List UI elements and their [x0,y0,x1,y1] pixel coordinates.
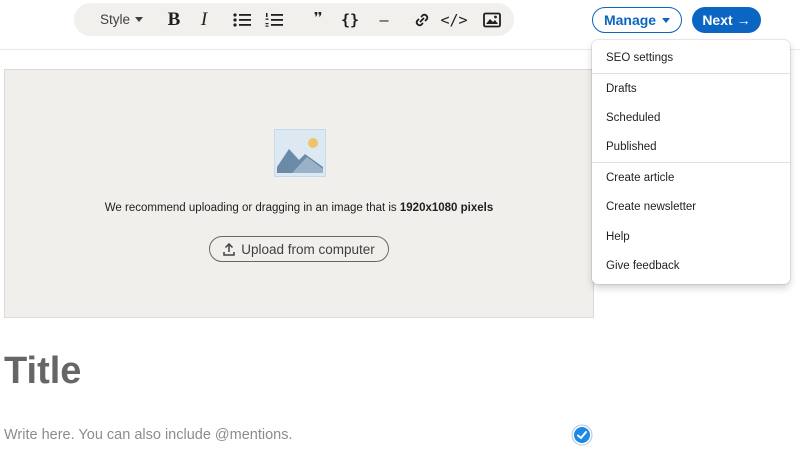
next-label: Next [702,12,733,28]
cover-image-dropzone[interactable]: We recommend uploading or dragging in an… [4,69,594,318]
image-placeholder-icon [274,129,326,177]
menu-item-create-article[interactable]: Create article [592,163,790,192]
recommendation-text: We recommend uploading or dragging in an… [104,202,400,214]
blockquote-button[interactable]: ❞ [307,8,329,32]
manage-label: Manage [603,12,657,28]
image-icon [483,12,501,27]
link-icon [415,13,429,26]
upload-label: Upload from computer [241,241,375,257]
bulleted-list-button[interactable] [231,8,253,32]
formatting-toolbar: Style B I ❞ {} — </> [74,3,514,36]
divider-button[interactable]: — [373,8,395,32]
menu-item-give-feedback[interactable]: Give feedback [592,251,790,280]
arrow-right-icon: → [736,12,751,28]
article-body-input[interactable]: Write here. You can also include @mentio… [4,427,293,443]
upload-from-computer-button[interactable]: Upload from computer [209,236,389,262]
menu-item-scheduled[interactable]: Scheduled [592,103,790,132]
manage-dropdown-menu: SEO settings Drafts Scheduled Published … [592,40,790,284]
grammar-check-icon[interactable] [571,424,593,446]
manage-button[interactable]: Manage [592,7,682,33]
bold-button[interactable]: B [165,8,183,32]
article-title-input[interactable]: Title [4,350,81,393]
style-label: Style [100,12,131,27]
next-button[interactable]: Next → [692,7,761,33]
menu-item-drafts[interactable]: Drafts [592,74,790,103]
code-block-button[interactable]: {} [339,8,361,32]
menu-item-seo-settings[interactable]: SEO settings [592,43,790,72]
bulleted-list-icon [233,12,252,27]
upload-icon [223,242,235,256]
inline-code-button[interactable]: </> [440,8,467,32]
menu-item-published[interactable]: Published [592,132,790,161]
caret-down-icon [662,17,671,23]
caret-down-icon [135,17,144,22]
numbered-list-button[interactable] [263,8,285,32]
numbered-list-icon [265,12,284,27]
recommendation-size: 1920x1080 pixels [399,202,494,214]
link-button[interactable] [411,8,433,32]
upload-recommendation: We recommend uploading or dragging in an… [5,202,593,214]
italic-button[interactable]: I [197,8,211,32]
menu-item-create-newsletter[interactable]: Create newsletter [592,192,790,221]
menu-item-help[interactable]: Help [592,222,790,251]
image-button[interactable] [481,8,503,32]
style-dropdown[interactable]: Style [100,12,144,27]
